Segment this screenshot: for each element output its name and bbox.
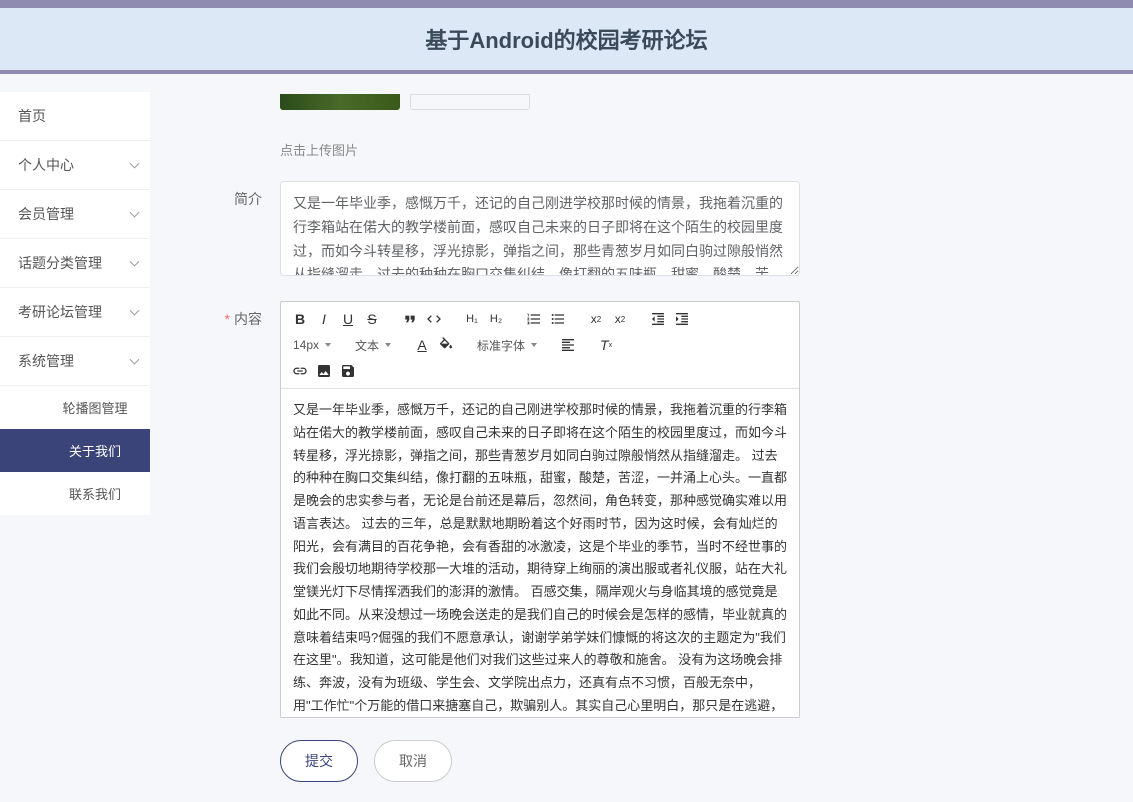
quote-icon[interactable] <box>399 308 421 330</box>
sidebar-sub-label: 轮播图管理 <box>62 401 127 416</box>
cancel-button[interactable]: 取消 <box>374 740 452 782</box>
image-icon[interactable] <box>313 360 335 382</box>
sidebar-item-label: 话题分类管理 <box>18 255 102 271</box>
indent-icon[interactable] <box>671 308 693 330</box>
sidebar-sub-label: 联系我们 <box>69 487 121 502</box>
link-icon[interactable] <box>289 360 311 382</box>
bg-color-icon[interactable] <box>435 334 457 356</box>
sidebar-item-members[interactable]: 会员管理 <box>0 190 150 239</box>
upload-hint: 点击上传图片 <box>280 143 358 158</box>
strike-icon[interactable]: S <box>361 308 383 330</box>
sidebar-sub-contact[interactable]: 联系我们 <box>0 472 150 515</box>
save-icon[interactable] <box>337 360 359 382</box>
editor-content[interactable]: 又是一年毕业季，感慨万千，还记的自己刚进学校那时候的情景，我拖着沉重的行李箱站在… <box>281 389 799 717</box>
text-color-icon[interactable]: A <box>411 334 433 356</box>
outdent-icon[interactable] <box>647 308 669 330</box>
block-type-select[interactable]: 文本 <box>351 335 395 356</box>
upload-slot[interactable] <box>410 94 530 110</box>
content-label: 内容 <box>180 301 280 329</box>
sidebar-sub-carousel[interactable]: 轮播图管理 <box>0 386 150 429</box>
submit-button[interactable]: 提交 <box>280 740 358 782</box>
sidebar-item-label: 个人中心 <box>18 157 74 173</box>
ol-icon[interactable] <box>523 308 545 330</box>
rich-editor: B I U S H₁ H₂ <box>280 301 800 718</box>
ul-icon[interactable] <box>547 308 569 330</box>
bold-icon[interactable]: B <box>289 308 311 330</box>
sidebar-item-forum[interactable]: 考研论坛管理 <box>0 288 150 337</box>
page-header: 基于Android的校园考研论坛 <box>0 8 1133 70</box>
main-content: 点击上传图片 简介 内容 B I U S <box>150 74 1133 802</box>
sidebar-item-label: 会员管理 <box>18 206 74 222</box>
font-family-select[interactable]: 标准字体 <box>473 335 541 356</box>
align-icon[interactable] <box>557 334 579 356</box>
sidebar-sub-label: 关于我们 <box>69 444 121 459</box>
sidebar-item-system[interactable]: 系统管理 <box>0 337 150 386</box>
h1-icon[interactable]: H₁ <box>461 308 483 330</box>
h2-icon[interactable]: H₂ <box>485 308 507 330</box>
clear-format-icon[interactable]: Tx <box>595 334 617 356</box>
sidebar: 首页 个人中心 会员管理 话题分类管理 考研论坛管理 系统管理 轮播图管理 关于… <box>0 74 150 802</box>
underline-icon[interactable]: U <box>337 308 359 330</box>
sub-icon[interactable]: x2 <box>585 308 607 330</box>
intro-label: 简介 <box>180 181 280 209</box>
sidebar-item-topics[interactable]: 话题分类管理 <box>0 239 150 288</box>
sidebar-item-home[interactable]: 首页 <box>0 92 150 141</box>
intro-textarea[interactable] <box>280 181 800 276</box>
sidebar-item-label: 系统管理 <box>18 353 74 369</box>
upload-thumbnail[interactable] <box>280 94 400 110</box>
app-title: 基于Android的校园考研论坛 <box>425 28 707 53</box>
sidebar-item-profile[interactable]: 个人中心 <box>0 141 150 190</box>
sidebar-item-label: 首页 <box>18 108 46 124</box>
sidebar-sub-about[interactable]: 关于我们 <box>0 429 150 472</box>
sidebar-item-label: 考研论坛管理 <box>18 304 102 320</box>
italic-icon[interactable]: I <box>313 308 335 330</box>
sup-icon[interactable]: x2 <box>609 308 631 330</box>
editor-toolbar: B I U S H₁ H₂ <box>281 302 799 389</box>
code-icon[interactable] <box>423 308 445 330</box>
font-size-select[interactable]: 14px <box>289 336 335 354</box>
